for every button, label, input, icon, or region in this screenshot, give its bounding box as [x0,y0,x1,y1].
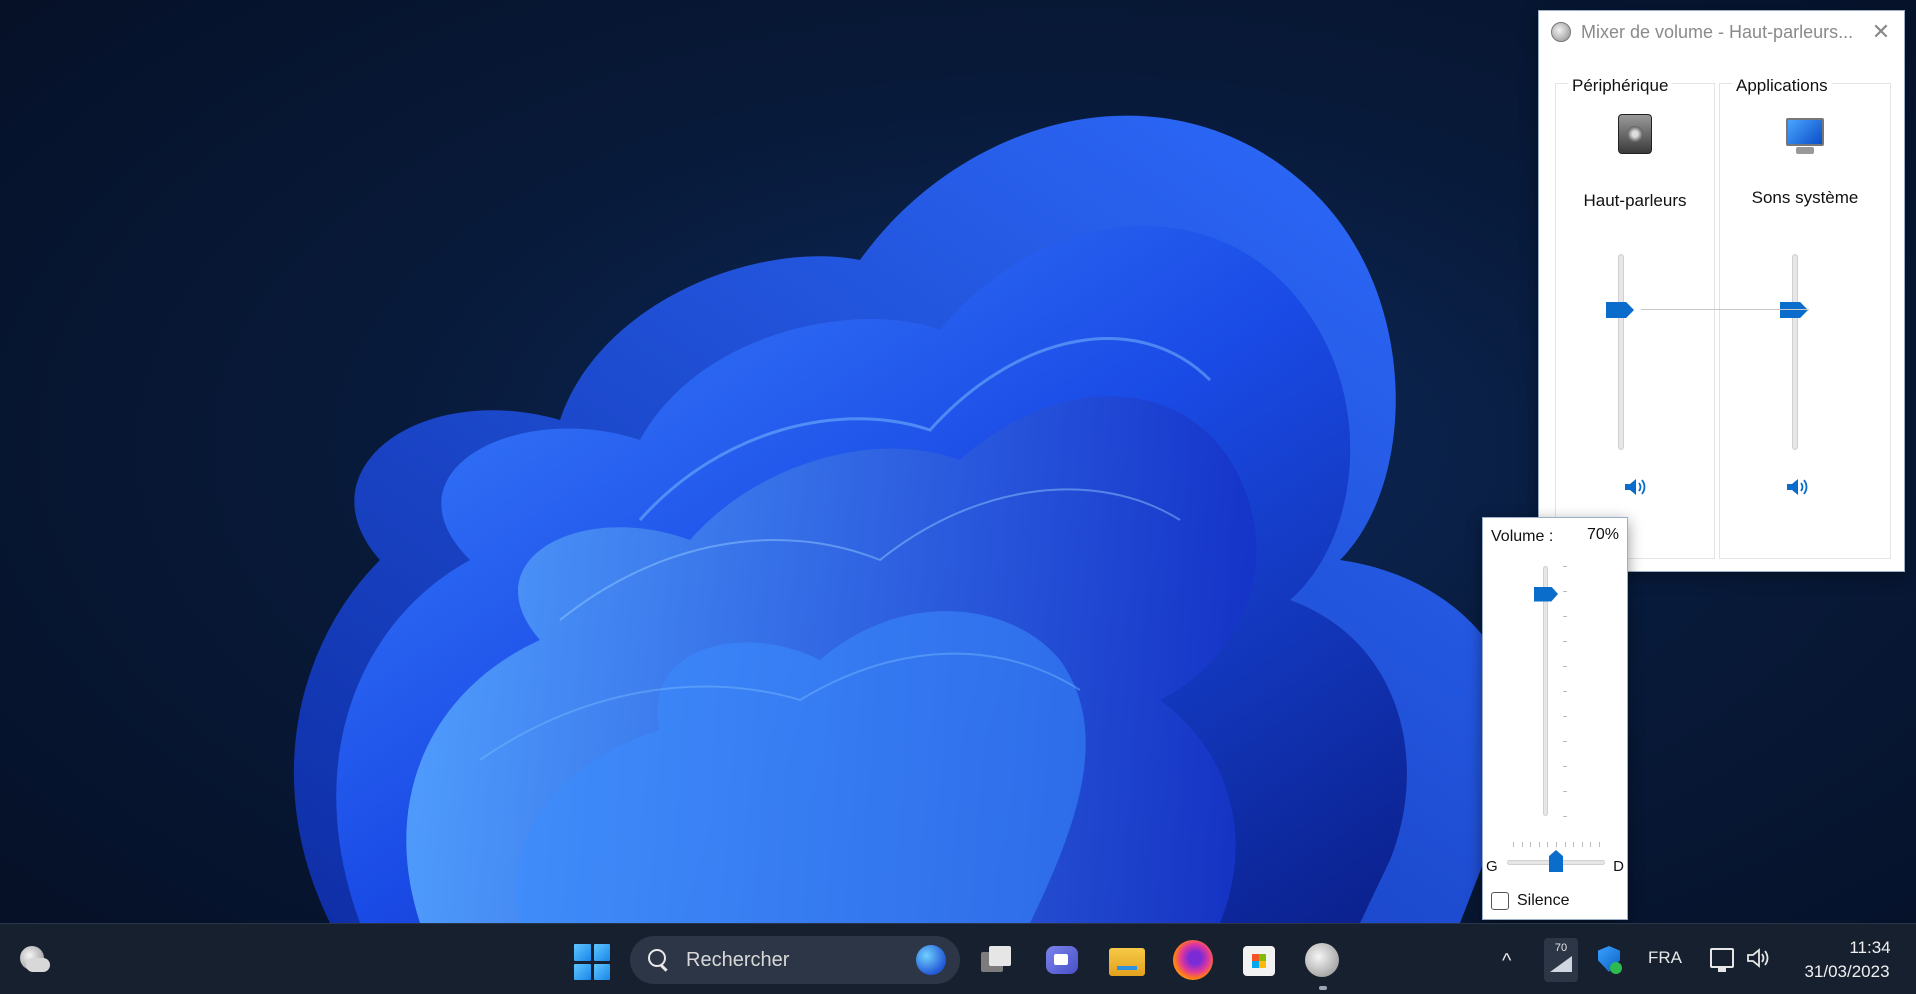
volume-slider-thumb[interactable] [1534,586,1558,602]
volume-tick [1563,566,1567,567]
mixer-title: Mixer de volume - Haut-parleurs... [1581,21,1854,42]
volume-tick [1563,591,1567,592]
search-box[interactable]: Rechercher [630,936,960,984]
balance-tick [1556,842,1557,847]
speaker-device-icon[interactable] [1618,114,1652,154]
running-app-indicator [1319,986,1327,990]
clock-date[interactable]: 31/03/2023 [1792,962,1902,982]
mute-label: Silence [1517,892,1570,909]
volume-tick [1563,816,1567,817]
system-sounds-mute-toggle-icon[interactable] [1785,476,1811,498]
teams-chat-icon[interactable] [1042,940,1082,980]
clock-time[interactable]: 11:34 [1830,938,1910,958]
search-icon [648,949,670,971]
applications-group: Applications Sons système [1719,76,1891,559]
network-usage-widget[interactable]: 70 [1544,938,1578,982]
device-group-label: Périphérique [1568,76,1673,96]
firefox-icon[interactable] [1173,940,1213,980]
security-ok-badge [1610,962,1622,974]
volume-tick [1563,791,1567,792]
balance-tick [1590,842,1592,847]
volume-popup: Volume : 70% G D Silence [1482,517,1628,920]
balance-tick [1581,842,1583,847]
taskbar: Rechercher ^ 70 FRA 11:34 31/03/2023 [0,923,1916,994]
balance-tick [1513,842,1514,847]
channel-name-system-sounds: Sons système [1751,188,1859,207]
start-button[interactable] [574,944,610,980]
balance-tick [1538,842,1540,847]
balance-tick [1599,842,1600,847]
system-sounds-icon[interactable] [1784,118,1826,156]
volume-tick [1563,691,1567,692]
device-group: Périphérique Haut-parleurs [1555,76,1715,559]
balance-tick [1530,842,1532,847]
balance-tick [1564,842,1566,847]
volume-value: 70% [1586,526,1619,543]
volume-tick [1563,641,1567,642]
balance-tick [1547,842,1549,847]
balance-slider-thumb[interactable] [1549,850,1563,872]
balance-tick [1521,842,1523,847]
system-sounds-volume-slider-track[interactable] [1792,254,1798,450]
speakers-volume-slider-track[interactable] [1618,254,1624,450]
volume-tick [1563,741,1567,742]
show-hidden-icons-chevron-icon[interactable]: ^ [1502,950,1511,973]
speaker-icon[interactable] [1746,946,1772,970]
search-placeholder: Rechercher [686,948,790,971]
task-view-icon[interactable] [977,940,1017,980]
input-language[interactable]: FRA [1648,948,1682,968]
mixer-titlebar[interactable]: Mixer de volume - Haut-parleurs... ✕ [1539,11,1904,53]
volume-tick [1563,616,1567,617]
network-icon[interactable] [1710,948,1734,972]
volume-tick [1563,766,1567,767]
file-explorer-icon[interactable] [1107,940,1147,980]
volume-slider-track[interactable] [1543,566,1548,816]
mute-checkbox[interactable] [1491,892,1509,910]
bing-icon[interactable] [916,945,946,975]
microsoft-store-icon[interactable] [1239,940,1279,980]
volume-mixer-taskbar-icon[interactable] [1305,943,1339,977]
volume-label: Volume : [1491,528,1554,545]
volume-tick [1563,666,1567,667]
volume-mixer-app-icon [1551,22,1571,42]
balance-left-label: G [1486,858,1498,875]
system-sounds-volume-slider-thumb[interactable] [1780,302,1808,318]
speakers-mute-toggle-icon[interactable] [1623,476,1649,498]
mute-checkbox-row[interactable]: Silence [1491,892,1569,910]
applications-group-label: Applications [1732,76,1832,96]
speakers-volume-slider-thumb[interactable] [1606,302,1634,318]
volume-mixer-window: Mixer de volume - Haut-parleurs... ✕ Pér… [1538,10,1905,572]
volume-tick [1563,716,1567,717]
channel-name-speakers: Haut-parleurs [1583,191,1687,210]
balance-right-label: D [1613,858,1624,875]
weather-icon[interactable] [16,944,50,974]
peak-link-line [1641,309,1809,310]
close-button[interactable]: ✕ [1870,21,1892,43]
network-usage-value: 70 [1554,942,1568,954]
network-graph-icon [1550,956,1572,972]
balance-tick [1573,842,1575,847]
